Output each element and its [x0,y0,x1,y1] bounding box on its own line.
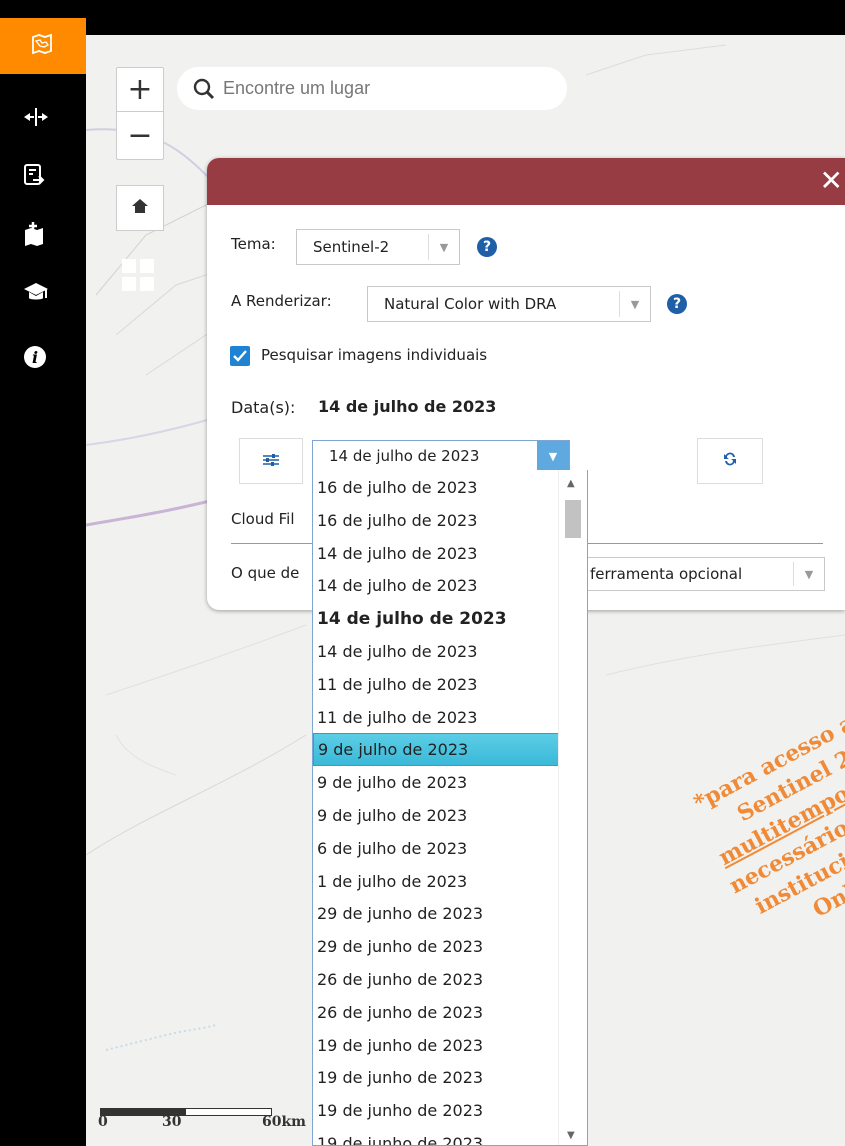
panel-header: ✕ [207,158,845,205]
date-select[interactable]: 14 de julho de 2023 ▼ [312,440,570,472]
filter-settings-button[interactable] [239,438,303,484]
tema-label: Tema: [231,235,276,253]
dropdown-option[interactable]: 16 de julho de 2023 [317,471,559,504]
dropdown-option[interactable]: 19 de junho de 2023 [317,1127,559,1145]
search-bar[interactable]: Encontre um lugar [177,67,567,110]
dropdown-option[interactable]: 16 de julho de 2023 [317,504,559,537]
refresh-icon [722,451,738,471]
dropdown-option[interactable]: 26 de junho de 2023 [317,996,559,1029]
render-select[interactable]: Natural Color with DRA ▼ [367,286,651,322]
dropdown-option[interactable]: 26 de junho de 2023 [317,963,559,996]
info-icon: i [23,345,47,373]
individual-images-checkbox[interactable] [230,346,250,366]
zoom-in-button[interactable]: + [116,67,164,112]
locate-widget-icon[interactable] [121,258,155,292]
dropdown-option[interactable]: 14 de julho de 2023 [317,537,559,570]
close-icon[interactable]: ✕ [820,164,843,197]
dropdown-scrollbar[interactable]: ▲ ▼ [558,470,587,1145]
tema-value: Sentinel-2 [313,238,390,256]
scale-label-60: 60km [262,1114,306,1130]
tema-select[interactable]: Sentinel-2 ▼ [296,229,460,265]
zoom-out-button[interactable]: − [116,111,164,160]
checkbox-label: Pesquisar imagens individuais [261,346,488,364]
dropdown-option[interactable]: 11 de julho de 2023 [317,668,559,701]
what-label: O que de [231,564,300,582]
chevron-down-icon: ▼ [793,562,824,586]
dropdown-option[interactable]: 14 de julho de 2023 [317,602,559,635]
dropdown-option[interactable]: 29 de junho de 2023 [317,930,559,963]
swipe-compare-button[interactable] [0,94,86,144]
tool-select[interactable]: ferramenta opcional ▼ [560,557,825,591]
home-button[interactable] [116,185,164,231]
dates-value: 14 de julho de 2023 [318,397,497,416]
render-value: Natural Color with DRA [384,295,557,313]
scroll-up-icon[interactable]: ▲ [567,478,575,489]
scale-label-30: 30 [162,1114,182,1130]
dropdown-option[interactable]: 29 de junho de 2023 [317,897,559,930]
export-icon [23,163,45,191]
map-book-icon [30,32,54,60]
dropdown-option[interactable]: 19 de junho de 2023 [317,1061,559,1094]
home-icon [131,198,149,218]
dropdown-option[interactable]: 9 de julho de 2023 [313,733,559,767]
help-icon[interactable]: ? [477,237,497,257]
education-cap-icon [23,282,49,308]
dropdown-option[interactable]: 1 de julho de 2023 [317,865,559,898]
export-button[interactable] [0,152,86,202]
swipe-compare-icon [23,107,49,131]
education-button[interactable] [0,270,86,320]
scrollbar-thumb[interactable] [565,500,581,538]
left-toolbar: i [0,0,86,1146]
dropdown-option[interactable]: 6 de julho de 2023 [317,832,559,865]
dropdown-option[interactable]: 9 de julho de 2023 [317,799,559,832]
refresh-button[interactable] [697,438,763,484]
help-icon[interactable]: ? [667,294,687,314]
dropdown-option[interactable]: 14 de julho de 2023 [317,635,559,668]
info-button[interactable]: i [0,334,86,384]
chevron-down-icon: ▼ [537,441,569,471]
chevron-down-icon: ▼ [619,291,650,317]
search-input[interactable]: Encontre um lugar [223,78,370,99]
svg-text:i: i [32,348,38,367]
dropdown-option[interactable]: 14 de julho de 2023 [317,569,559,602]
scroll-down-icon[interactable]: ▼ [567,1130,575,1141]
dates-label: Data(s): [231,398,296,417]
cloud-filter-label: Cloud Fil [231,510,295,528]
scale-label-0: 0 [98,1114,108,1130]
scale-bar: 0 30 60km [98,1104,320,1134]
add-data-icon [23,222,47,250]
dropdown-option[interactable]: 9 de julho de 2023 [317,766,559,799]
dropdown-option[interactable]: 11 de julho de 2023 [317,701,559,734]
dropdown-option[interactable]: 19 de junho de 2023 [317,1029,559,1062]
add-data-button[interactable] [0,211,86,261]
zoom-in-label: + [127,72,153,107]
dropdown-option[interactable]: 19 de junho de 2023 [317,1094,559,1127]
chevron-down-icon: ▼ [428,234,459,260]
date-select-value: 14 de julho de 2023 [329,447,480,465]
sliders-icon [262,452,280,471]
render-label: A Renderizar: [231,292,332,310]
search-icon [193,78,215,100]
map-book-button[interactable] [0,18,86,74]
zoom-out-label: − [127,118,153,153]
date-dropdown-list[interactable]: 16 de julho de 2023 16 de julho de 2023 14… [312,470,588,1146]
